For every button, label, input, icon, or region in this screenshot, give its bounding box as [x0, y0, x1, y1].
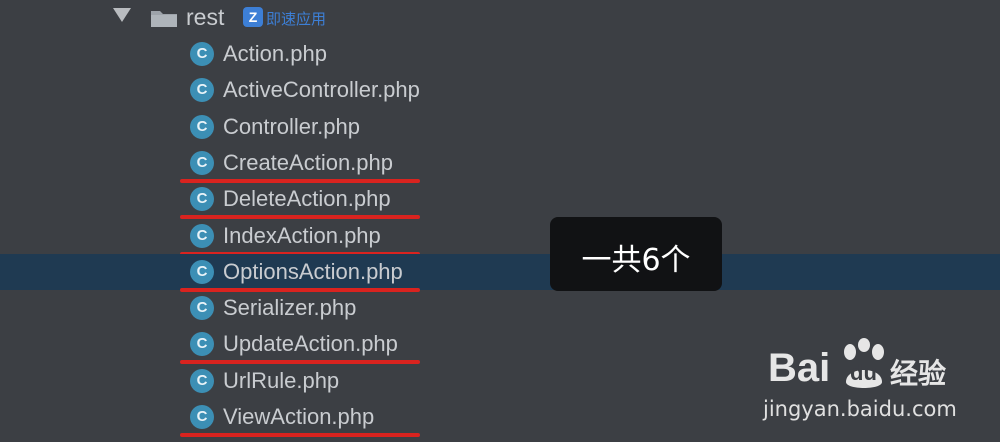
php-class-icon: C: [190, 150, 214, 175]
file-row[interactable]: C ActiveController.php: [0, 72, 1000, 108]
php-class-icon: C: [190, 259, 214, 284]
watermark-url: jingyan.baidu.com: [763, 397, 957, 421]
app-badge-icon: Z: [243, 7, 263, 27]
file-row[interactable]: C IndexAction.php: [0, 218, 1000, 256]
php-class-icon: C: [190, 368, 214, 393]
app-badge-label: 即速应用: [266, 10, 327, 28]
file-name: UrlRule.php: [223, 367, 340, 393]
file-name: ActiveController.php: [223, 77, 420, 103]
file-row[interactable]: C OptionsAction.php: [0, 253, 1000, 292]
file-name: Serializer.php: [223, 295, 357, 321]
php-class-icon: C: [190, 187, 214, 212]
file-row[interactable]: C DeleteAction.php: [0, 181, 1000, 220]
php-class-icon: C: [190, 332, 214, 357]
php-class-icon: C: [190, 78, 214, 103]
file-row[interactable]: C Serializer.php: [0, 290, 1000, 326]
php-class-icon: C: [190, 296, 214, 321]
file-row[interactable]: C Controller.php: [0, 109, 1000, 145]
watermark-logo: Bai du 经验: [768, 336, 948, 396]
file-name: CreateAction.php: [223, 149, 393, 175]
folder-name: rest: [186, 4, 225, 30]
folder-icon: [151, 11, 177, 27]
watermark-brand-left: Bai: [768, 346, 831, 390]
file-name: Action.php: [223, 41, 327, 66]
file-name: DeleteAction.php: [223, 186, 391, 212]
annotation-toast: 一共6个: [550, 217, 722, 291]
file-name: OptionsAction.php: [223, 258, 403, 284]
file-name: IndexAction.php: [223, 222, 381, 248]
file-name: ViewAction.php: [223, 404, 375, 429]
expand-arrow-icon[interactable]: [113, 8, 131, 22]
php-class-icon: C: [190, 405, 214, 429]
file-name: Controller.php: [223, 113, 360, 139]
php-class-icon: C: [190, 114, 214, 139]
file-row[interactable]: C CreateAction.php: [0, 145, 1000, 183]
file-row[interactable]: C Action.php: [0, 36, 1000, 72]
watermark-brand-right: 经验: [890, 357, 947, 390]
watermark-brand-paw: du: [850, 360, 877, 385]
folder-row-rest[interactable]: rest Z 即速应用: [0, 0, 1000, 36]
annotation-text: 一共6个: [581, 243, 691, 278]
php-class-icon: C: [190, 223, 214, 248]
red-underline-mark: [180, 433, 420, 437]
php-class-icon: C: [190, 42, 214, 66]
file-name: UpdateAction.php: [223, 331, 398, 357]
